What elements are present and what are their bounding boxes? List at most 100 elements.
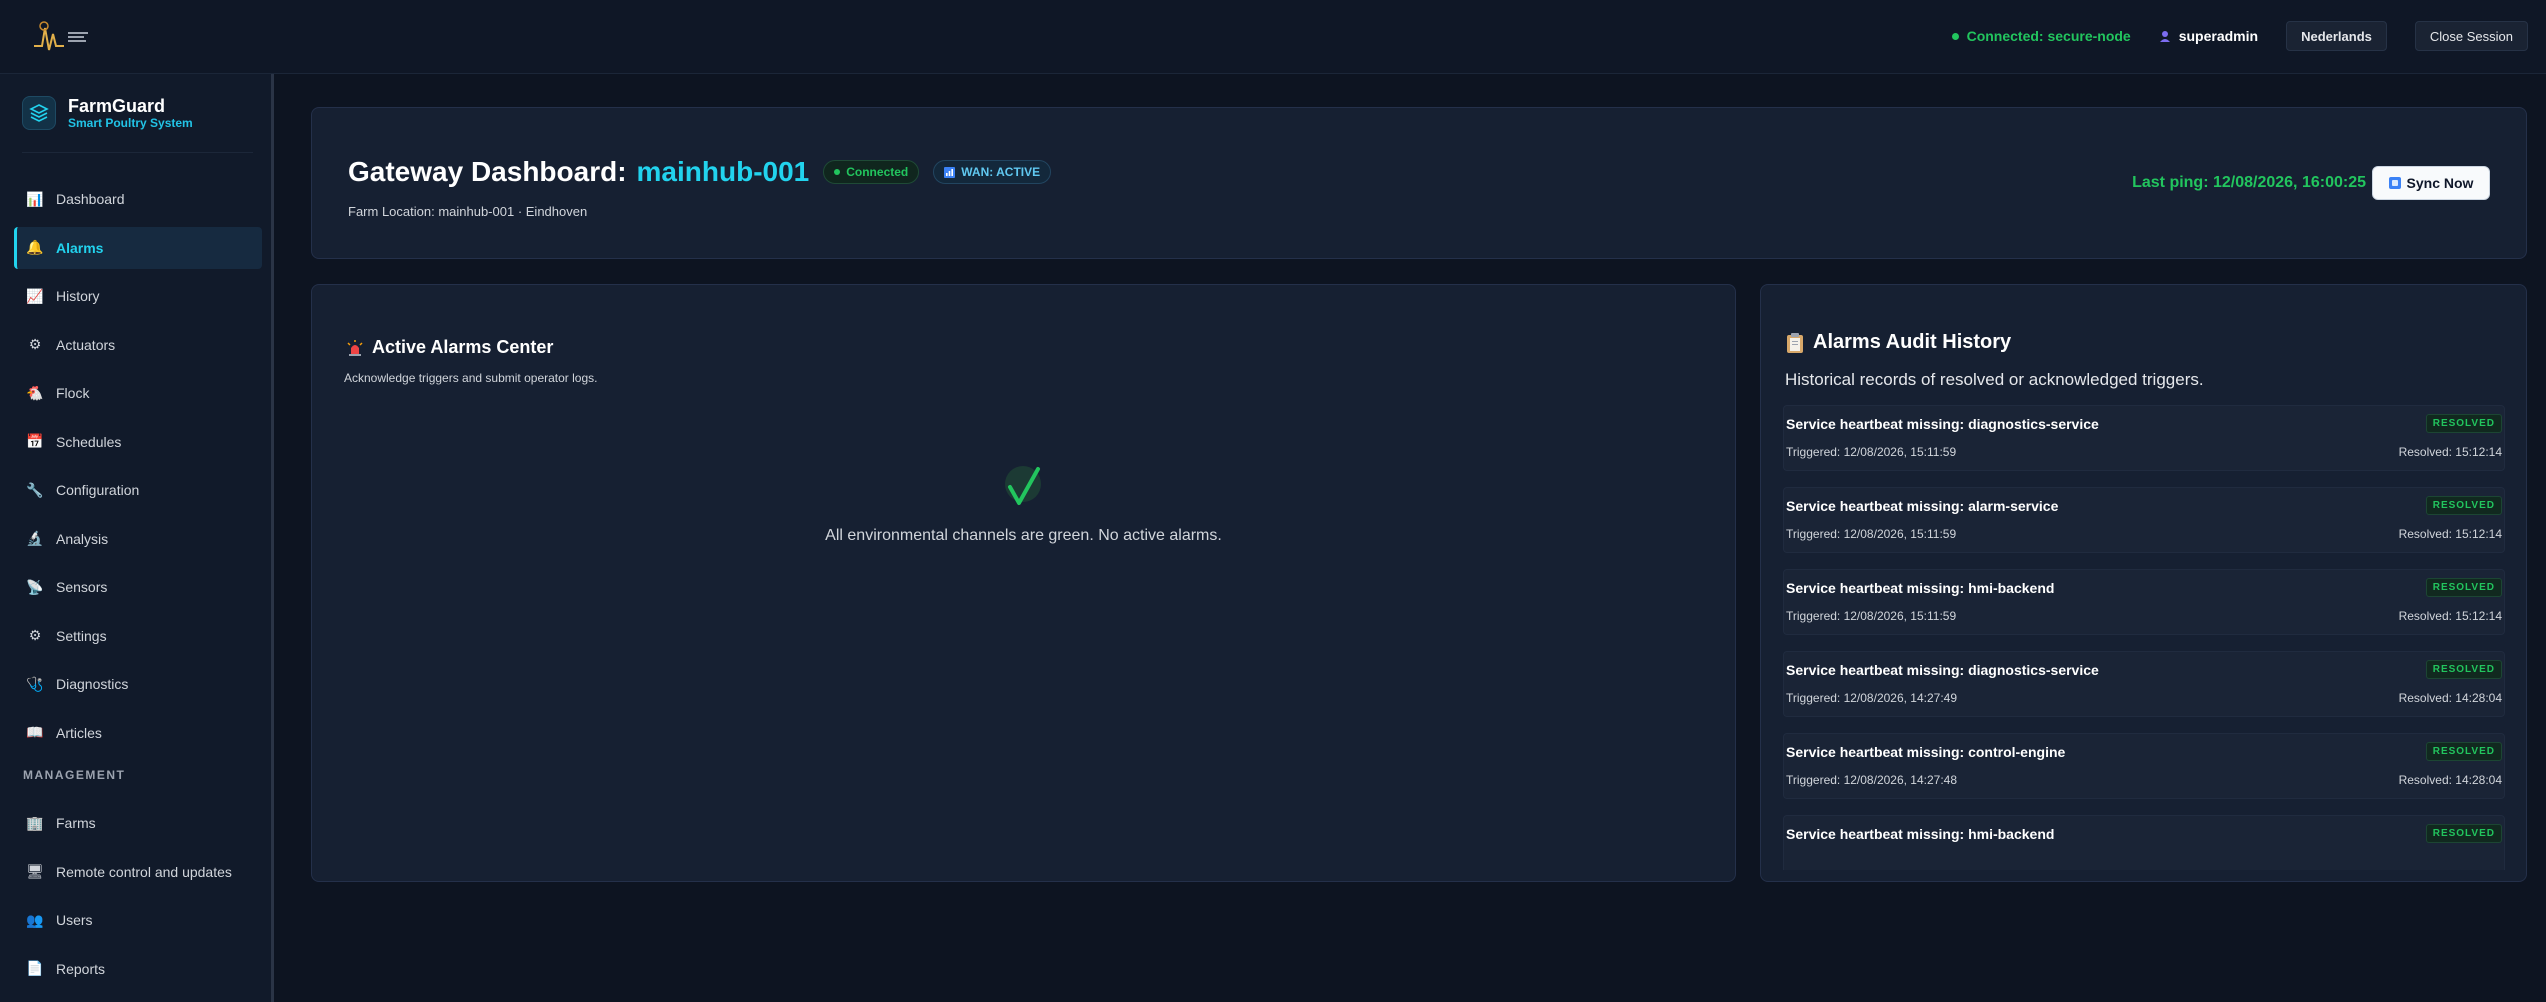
- sidebar-item-label: Remote control and updates: [56, 863, 232, 880]
- sidebar-item-articles[interactable]: 📖 Articles: [14, 712, 262, 754]
- bell-icon: 🔔: [26, 239, 44, 255]
- sidebar-item-reports[interactable]: 📄 Reports: [14, 948, 262, 990]
- sync-now-button[interactable]: Sync Now: [2372, 166, 2490, 200]
- audit-subtitle: Historical records of resolved or acknow…: [1785, 370, 2204, 389]
- sidebar-item-label: Alarms: [56, 239, 104, 256]
- sidebar-item-label: Analysis: [56, 530, 109, 547]
- wan-badge-label: WAN: ACTIVE: [961, 165, 1041, 179]
- users-icon: 👥: [26, 911, 44, 928]
- triggered-time: Triggered: 12/08/2026, 14:27:49: [1786, 691, 1958, 705]
- sidebar-item-label: Configuration: [56, 482, 140, 498]
- no-alarms-message: All environmental channels are green. No…: [825, 527, 1222, 544]
- list-item[interactable]: Service heartbeat missing: hmi-backend RE…: [1783, 815, 2505, 870]
- brand[interactable]: FarmGuard Smart Poultry System: [22, 96, 193, 130]
- active-alarms-title-label: Active Alarms Center: [372, 337, 554, 357]
- layers-icon: [22, 96, 56, 130]
- company-logo[interactable]: [30, 18, 94, 54]
- stethoscope-icon: 🩺: [26, 675, 44, 692]
- sidebar-item-alarms[interactable]: 🔔 Alarms: [14, 226, 262, 269]
- active-alarms-subtitle: Acknowledge triggers and submit operator…: [344, 371, 598, 385]
- sidebar-item-actuators[interactable]: ⚙ Actuators: [14, 324, 262, 366]
- list-item[interactable]: Service heartbeat missing: diagnostics-s…: [1783, 651, 2505, 717]
- list-item[interactable]: Service heartbeat missing: control-engin…: [1783, 733, 2505, 799]
- audit-message: Service heartbeat missing: diagnostics-s…: [1786, 416, 2099, 432]
- clipboard-icon: [1787, 332, 1803, 353]
- audit-title-label: Alarms Audit History: [1813, 331, 2012, 353]
- resolved-time: Resolved: 14:28:04: [2398, 691, 2502, 705]
- sidebar-item-flock[interactable]: 🐔 Flock: [14, 372, 262, 414]
- sidebar-item-label: Diagnostics: [56, 676, 129, 692]
- checkmark-icon: [1005, 466, 1041, 505]
- sidebar-item-configuration[interactable]: 🔧 Configuration: [14, 469, 262, 511]
- audit-message: Service heartbeat missing: diagnostics-s…: [1786, 662, 2099, 678]
- audit-message: Service heartbeat missing: hmi-backend: [1786, 826, 2055, 842]
- gateway-name: mainhub-001: [636, 156, 810, 187]
- alarms-audit-card: Alarms Audit History Historical records …: [1760, 284, 2527, 882]
- chicken-icon: 🐔: [26, 384, 44, 401]
- connected-badge: Connected: [823, 160, 920, 184]
- sidebar-item-label: Flock: [56, 385, 90, 401]
- triggered-time: Triggered: 12/08/2026, 15:11:59: [1786, 445, 1957, 459]
- sidebar-item-label: Articles: [56, 724, 102, 741]
- triggered-time: Triggered: 12/08/2026, 15:11:59: [1786, 609, 1957, 623]
- list-item[interactable]: Service heartbeat missing: diagnostics-s…: [1783, 405, 2505, 471]
- close-session-button[interactable]: Close Session: [2414, 21, 2528, 51]
- audit-message: Service heartbeat missing: hmi-backend: [1786, 580, 2055, 596]
- language-button[interactable]: Nederlands: [2286, 21, 2387, 51]
- resolved-time: Resolved: 15:12:14: [2398, 609, 2502, 623]
- list-item[interactable]: Service heartbeat missing: hmi-backend RE…: [1783, 569, 2505, 635]
- line-chart-icon: 📈: [26, 287, 44, 304]
- brand-subtitle: Smart Poultry System: [68, 116, 193, 130]
- sidebar-item-label: Users: [56, 912, 93, 928]
- bar-chart-icon: 📊: [26, 190, 44, 207]
- farm-location: Farm Location: mainhub-001 · Eindhoven: [348, 204, 588, 219]
- last-ping: Last ping: 12/08/2026, 16:00:25: [2132, 174, 2366, 191]
- management-section-title: MANAGEMENT: [23, 768, 126, 782]
- sidebar-item-analysis[interactable]: 🔬 Analysis: [14, 518, 262, 560]
- microscope-icon: 🔬: [26, 530, 44, 546]
- sidebar-item-users[interactable]: 👥 Users: [14, 899, 262, 941]
- status-badge: RESOLVED: [2425, 496, 2502, 515]
- building-icon: 🏢: [26, 814, 44, 831]
- sidebar-item-diagnostics[interactable]: 🩺 Diagnostics: [14, 663, 262, 705]
- audit-message: Service heartbeat missing: control-engin…: [1786, 744, 2066, 760]
- sidebar-item-label: Reports: [56, 960, 106, 977]
- current-user: superadmin: [2159, 28, 2258, 44]
- antenna-icon: 📡: [26, 578, 44, 595]
- brand-name: FarmGuard: [68, 96, 166, 116]
- sidebar-item-label: Sensors: [56, 579, 108, 595]
- page-title: Gateway Dashboard: mainhub-001 Connected…: [348, 156, 1052, 188]
- sidebar-item-history[interactable]: 📈 History: [14, 275, 262, 317]
- status-dot-icon: [1951, 32, 1959, 40]
- status-badge: RESOLVED: [2425, 578, 2502, 597]
- status-badge: RESOLVED: [2425, 824, 2502, 843]
- resolved-time: Resolved: 15:12:14: [2398, 527, 2502, 541]
- sidebar-item-schedules[interactable]: 📅 Schedules: [14, 421, 262, 463]
- sidebar-item-remote-control-and-updates[interactable]: 🖥 Remote control and updates: [14, 851, 262, 893]
- gateway-header-card: Gateway Dashboard: mainhub-001 Connected…: [311, 107, 2527, 259]
- page-title-label: Gateway Dashboard:: [348, 156, 627, 187]
- book-icon: 📖: [26, 724, 44, 740]
- active-alarms-title: Active Alarms Center: [346, 337, 553, 358]
- sidebar-item-dashboard[interactable]: 📊 Dashboard: [14, 178, 262, 220]
- status-badge: RESOLVED: [2425, 742, 2502, 761]
- sidebar-item-label: Dashboard: [56, 191, 125, 207]
- sidebar-item-sensors[interactable]: 📡 Sensors: [14, 566, 262, 608]
- status-badge: RESOLVED: [2425, 660, 2502, 679]
- wrench-icon: 🔧: [26, 481, 44, 498]
- gear-icon: ⚙: [28, 627, 42, 643]
- top-bar: Connected: secure-node superadmin Nederl…: [0, 0, 2546, 74]
- sidebar-item-farms[interactable]: 🏢 Farms: [14, 802, 262, 844]
- divider: [22, 152, 253, 153]
- monitor-icon: 🖥: [26, 863, 44, 879]
- sidebar-item-label: Schedules: [56, 433, 122, 450]
- resolved-time: Resolved: 15:12:14: [2398, 445, 2502, 459]
- list-item[interactable]: Service heartbeat missing: alarm-service…: [1783, 487, 2505, 553]
- sidebar-item-label: Settings: [56, 627, 107, 644]
- audit-title: Alarms Audit History: [1785, 331, 2011, 354]
- audit-list[interactable]: Service heartbeat missing: diagnostics-s…: [1783, 405, 2505, 870]
- document-icon: 📄: [26, 960, 44, 976]
- top-right-controls: Connected: secure-node superadmin Nederl…: [1951, 20, 2528, 52]
- sidebar-item-settings[interactable]: ⚙ Settings: [14, 615, 262, 657]
- audit-message: Service heartbeat missing: alarm-service: [1786, 498, 2059, 514]
